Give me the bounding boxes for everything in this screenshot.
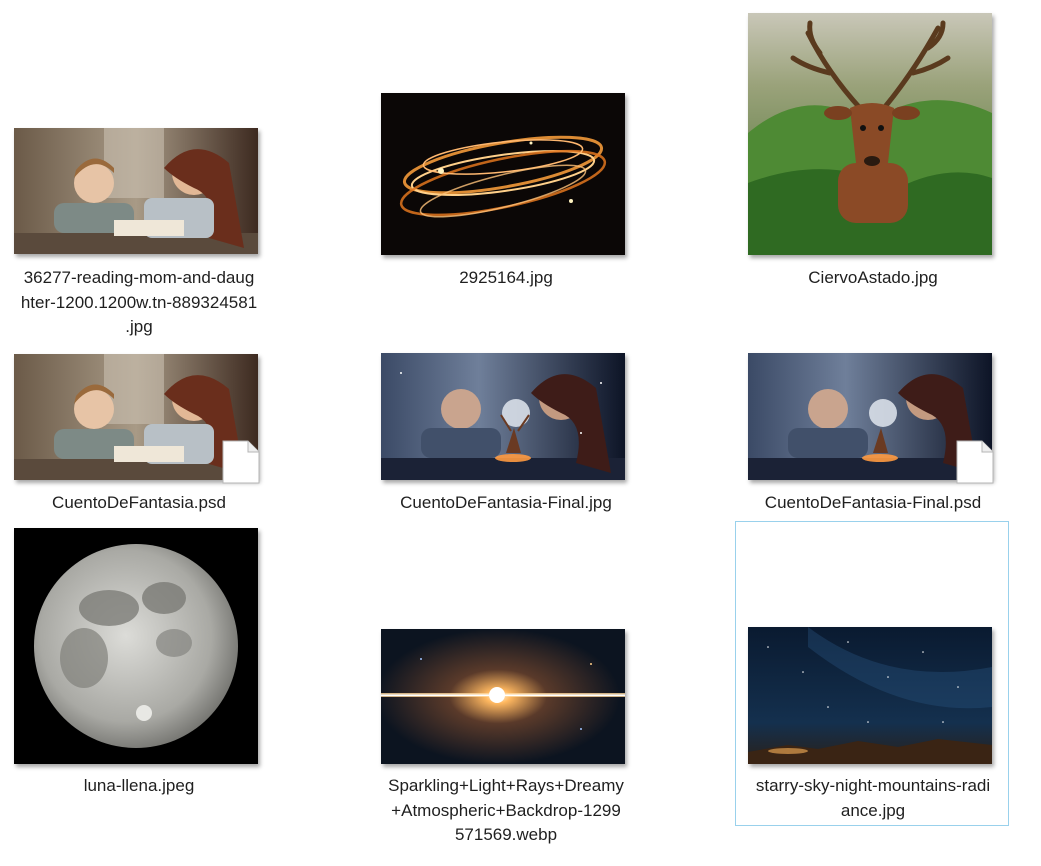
document-icon [222,440,260,484]
file-name: 36277-reading-mom-and-daug hter-1200.1200… [20,268,258,336]
document-icon [956,440,994,484]
file-thumbnail [748,13,992,255]
file-name: 2925164.jpg [459,268,553,287]
file-thumbnail [381,93,625,255]
file-thumbnail [381,629,625,764]
file-name: luna-llena.jpeg [83,776,195,795]
file-name: CuentoDeFantasia-Final.jpg [400,493,612,512]
file-thumbnail [748,627,992,764]
file-thumbnail [14,528,258,764]
file-name: CuentoDeFantasia.psd [52,493,226,512]
file-name: Sparkling+Light+Rays+Dreamy +Atmospheric+… [388,776,624,844]
file-thumbnail [381,353,625,480]
file-name: starry-sky-night-mountains-radi ance.jpg [755,776,991,820]
file-thumbnail [14,128,258,254]
file-name: CiervoAstado.jpg [808,268,938,287]
file-name: CuentoDeFantasia-Final.psd [764,493,982,512]
